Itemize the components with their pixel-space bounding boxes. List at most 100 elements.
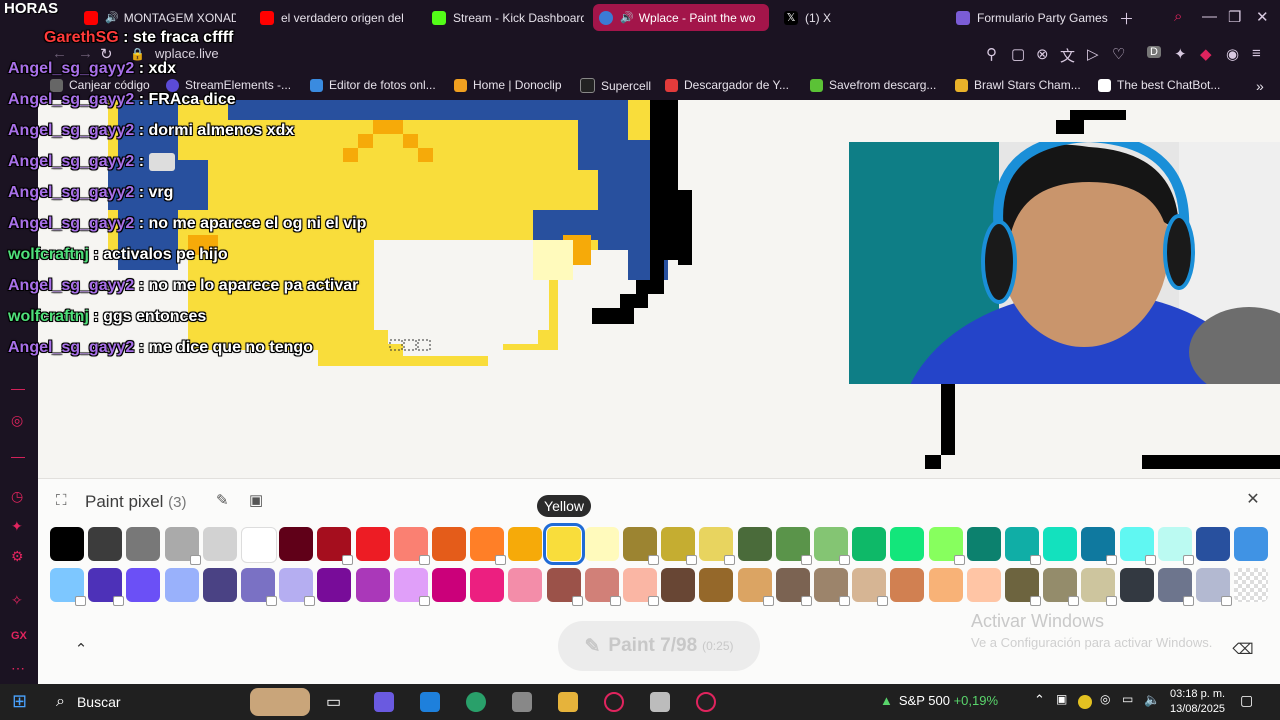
store-icon[interactable] <box>420 692 440 712</box>
image-icon[interactable]: ▣ <box>249 491 263 509</box>
color-swatch[interactable] <box>1043 568 1080 606</box>
forward-icon[interactable]: → <box>78 45 93 62</box>
color-swatch[interactable] <box>202 568 237 602</box>
taskbar-search[interactable]: ⌕ Buscar <box>44 684 121 720</box>
color-swatch[interactable] <box>432 527 466 561</box>
color-swatch[interactable] <box>393 568 430 606</box>
color-swatch[interactable] <box>1119 568 1154 602</box>
color-swatch[interactable] <box>126 527 161 561</box>
color-swatch[interactable] <box>88 527 123 561</box>
search-icon[interactable]: ⌕ <box>1174 8 1182 25</box>
tab-wplace[interactable]: 🔊 Wplace - Paint the wo <box>593 4 769 31</box>
bookmark-savefrom[interactable]: Savefrom descarg... <box>810 78 936 92</box>
sidebar-gx-icon[interactable]: GX <box>11 630 27 642</box>
sidebar-dot-icon[interactable]: — <box>11 380 25 396</box>
notifications-icon[interactable]: ◉ <box>1226 45 1239 63</box>
color-swatch[interactable] <box>814 568 850 606</box>
tray-app-icon[interactable] <box>1078 695 1092 709</box>
network-icon[interactable]: ▭ <box>1122 692 1142 712</box>
sidebar-more-icon[interactable]: ⋯ <box>11 660 25 677</box>
favorite-icon[interactable]: ♡ <box>1112 45 1125 63</box>
tab-x[interactable]: 𝕏 (1) X <box>778 4 928 31</box>
color-swatch[interactable] <box>928 527 965 565</box>
sidebar-game-icon[interactable]: ✧ <box>11 592 23 609</box>
color-swatch[interactable] <box>737 568 774 606</box>
sidebar-record-icon[interactable]: ◎ <box>11 412 23 429</box>
bookmark-chatbot[interactable]: The best ChatBot... <box>1098 78 1220 92</box>
color-swatch[interactable] <box>1043 527 1078 561</box>
stock-ticker[interactable]: ▲ S&P 500 +0,19% <box>880 693 998 708</box>
bag-icon[interactable]: ◆ <box>1200 45 1212 63</box>
color-swatch[interactable] <box>508 527 543 561</box>
app-icon[interactable] <box>650 692 670 712</box>
color-swatch[interactable] <box>661 527 698 565</box>
sidebar-puzzle-icon[interactable]: ✦ <box>11 518 23 535</box>
bookmark-canjear[interactable]: Canjear código <box>50 78 150 92</box>
sidebar-dash-icon[interactable]: — <box>11 448 25 464</box>
bookmark-descargador[interactable]: Descargador de Y... <box>665 78 789 92</box>
color-swatch[interactable] <box>355 568 390 602</box>
color-swatch[interactable] <box>775 568 812 606</box>
color-swatch[interactable] <box>775 527 812 565</box>
eraser-icon[interactable]: ⌫ <box>1228 635 1258 665</box>
back-icon[interactable]: ← <box>52 45 67 62</box>
color-swatch[interactable] <box>241 568 277 606</box>
color-swatch[interactable] <box>279 527 314 561</box>
edge-icon[interactable] <box>466 692 486 712</box>
tab-montagem[interactable]: 🔊 MONTAGEM XONADA <box>78 4 236 31</box>
tab-formulario[interactable]: Formulario Party Games <box>950 4 1110 31</box>
color-swatch[interactable] <box>126 568 161 602</box>
close-window-icon[interactable]: ✕ <box>1256 8 1269 26</box>
color-swatch[interactable] <box>623 568 659 606</box>
tab-origen[interactable]: el verdadero origen del <box>254 4 410 31</box>
color-swatch[interactable] <box>852 527 887 561</box>
color-swatch[interactable] <box>852 568 889 606</box>
paint-button[interactable]: ✎ Paint 7/98 (0:25) <box>558 621 760 671</box>
explorer-icon[interactable] <box>558 692 578 712</box>
notification-icon[interactable]: ▢ <box>1240 692 1260 712</box>
clock[interactable]: 03:18 p. m. 13/08/2025 <box>1170 687 1225 717</box>
color-swatch[interactable] <box>164 527 201 565</box>
color-swatch[interactable] <box>890 568 925 602</box>
bookmark-donoclip[interactable]: Home | Donoclip <box>454 78 562 92</box>
color-swatch[interactable] <box>699 527 736 565</box>
color-swatch[interactable] <box>1119 527 1156 565</box>
minimize-icon[interactable]: — <box>1202 8 1217 25</box>
bookmark-editor[interactable]: Editor de fotos onl... <box>310 78 436 92</box>
color-swatch[interactable] <box>470 527 507 565</box>
windows-start-icon[interactable]: ⊞ <box>12 691 32 711</box>
volume-icon[interactable]: 🔈 <box>1144 692 1164 712</box>
color-swatch[interactable] <box>50 527 84 561</box>
color-swatch[interactable] <box>546 568 583 606</box>
copilot-icon[interactable] <box>374 692 394 712</box>
task-view-icon[interactable]: ▭ <box>326 692 346 712</box>
color-swatch[interactable] <box>1081 568 1118 606</box>
color-swatch[interactable] <box>661 568 696 602</box>
chevron-up-icon[interactable]: ⌃ <box>1034 692 1054 712</box>
color-swatch[interactable] <box>202 527 237 561</box>
color-swatch[interactable] <box>928 568 963 602</box>
sidebar-settings-icon[interactable]: ⚙ <box>11 548 24 565</box>
color-swatch[interactable] <box>623 527 659 565</box>
bookmark-brawlstars[interactable]: Brawl Stars Cham... <box>955 78 1081 92</box>
block-icon[interactable]: ⊗ <box>1036 45 1049 63</box>
color-swatch[interactable] <box>508 568 543 602</box>
color-swatch[interactable] <box>355 527 390 561</box>
url-field[interactable]: wplace.live <box>155 46 219 61</box>
color-swatch[interactable] <box>317 527 354 565</box>
color-swatch[interactable] <box>890 527 925 561</box>
color-swatch[interactable] <box>966 568 1001 602</box>
color-swatch[interactable] <box>1081 527 1118 565</box>
reload-icon[interactable]: ↻ <box>100 45 113 63</box>
color-swatch[interactable] <box>966 527 1001 561</box>
maximize-icon[interactable]: ❐ <box>1228 8 1241 26</box>
color-swatch[interactable] <box>542 523 585 565</box>
meet-icon[interactable]: ▣ <box>1056 692 1076 712</box>
close-panel-button[interactable]: ✕ <box>1242 489 1264 511</box>
color-swatch[interactable] <box>1157 527 1194 565</box>
screenshot-icon[interactable]: ▢ <box>1011 45 1025 63</box>
opera-gx-icon[interactable] <box>604 692 624 712</box>
color-swatch[interactable] <box>432 568 466 602</box>
color-swatch[interactable] <box>164 568 199 602</box>
profile-icon[interactable]: D <box>1147 46 1161 58</box>
